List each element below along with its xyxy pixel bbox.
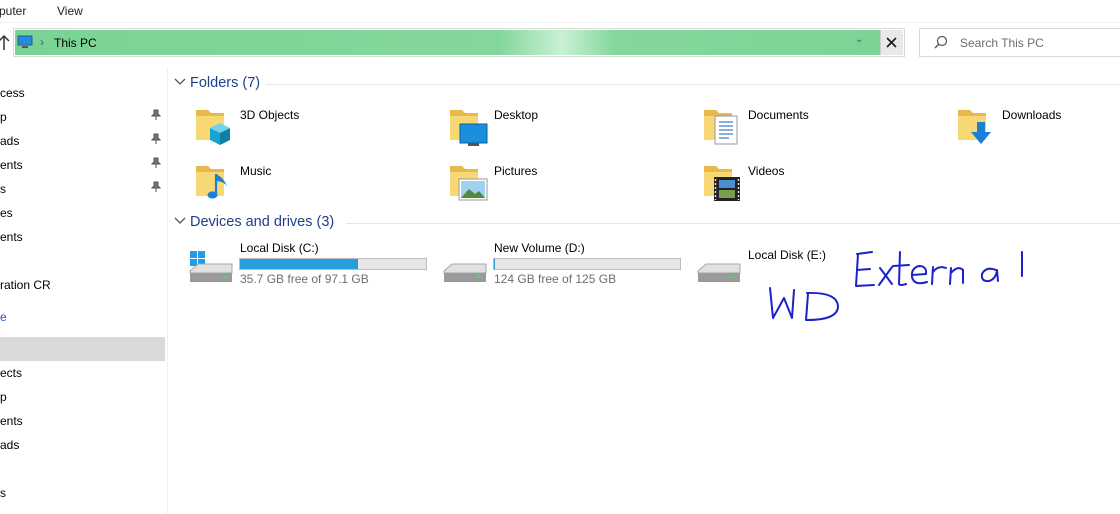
drive-item-d[interactable]: New Volume (D:) 124 GB free of 125 GB: [442, 241, 692, 291]
nav-item[interactable]: s: [0, 178, 165, 198]
nav-item-label: ads: [0, 438, 20, 452]
videos-folder-icon: [704, 166, 740, 201]
nav-item-label: s: [0, 486, 6, 500]
nav-item-label: s: [0, 182, 6, 196]
nav-item[interactable]: p: [0, 386, 165, 406]
pin-icon: [151, 181, 161, 192]
hard-drive-icon: [443, 263, 487, 282]
drives-section-header[interactable]: Devices and drives (3): [174, 214, 1120, 234]
folder-item-3d-objects[interactable]: 3D Objects: [194, 104, 434, 150]
pin-icon: [151, 157, 161, 168]
folder-item-documents[interactable]: Documents: [702, 104, 942, 150]
breadcrumb-chevron[interactable]: ›: [40, 35, 44, 49]
nav-item[interactable]: ents: [0, 226, 165, 246]
ribbon-tabs: puter View: [0, 0, 1120, 23]
tab-view[interactable]: View: [57, 4, 83, 18]
nav-item[interactable]: e: [0, 306, 165, 326]
chevron-down-icon: [174, 78, 186, 85]
address-row: › This PC ⌄ Search This PC: [0, 23, 1120, 63]
section-divider: [346, 223, 1120, 224]
section-divider: [266, 84, 1120, 85]
address-bar[interactable]: › This PC ⌄: [13, 28, 905, 57]
nav-item[interactable]: ads: [0, 130, 165, 150]
drive-usage-bar: [239, 258, 427, 270]
folder-label: 3D Objects: [240, 108, 300, 122]
3d-objects-icon: [196, 110, 230, 145]
nav-item[interactable]: ents: [0, 410, 165, 430]
folder-item-downloads[interactable]: Downloads: [956, 104, 1120, 150]
documents-folder-icon: [704, 110, 738, 145]
nav-item-label: p: [0, 390, 7, 404]
folder-label: Downloads: [1002, 108, 1062, 122]
up-arrow-icon[interactable]: [0, 33, 11, 53]
nav-item-label: ads: [0, 134, 20, 148]
downloads-folder-icon: [958, 110, 991, 144]
desktop-folder-icon: [450, 110, 488, 146]
nav-item-label: ents: [0, 414, 23, 428]
music-folder-icon: [196, 166, 227, 199]
nav-item-label: ects: [0, 366, 23, 380]
search-icon: [934, 35, 948, 49]
nav-item[interactable]: p: [0, 106, 165, 126]
folder-label: Pictures: [494, 164, 538, 178]
folders-section-title: Folders (7): [190, 75, 261, 91]
address-clear-button[interactable]: [880, 30, 903, 55]
drive-name: New Volume (D:): [494, 241, 585, 255]
address-dropdown-icon[interactable]: ⌄: [855, 34, 863, 45]
drive-name: Local Disk (C:): [240, 241, 319, 255]
pin-icon: [151, 133, 161, 144]
handwritten-annotation: [769, 251, 1023, 321]
this-pc-icon: [17, 35, 33, 48]
nav-item[interactable]: ects: [0, 362, 165, 382]
search-input[interactable]: Search This PC: [919, 28, 1120, 57]
nav-item-label: es: [0, 206, 13, 220]
nav-item[interactable]: ration CR: [0, 274, 165, 294]
folder-label: Videos: [748, 164, 785, 178]
nav-item-label: ration CR: [0, 278, 51, 292]
address-highlight: [15, 30, 897, 55]
drive-free-space: 35.7 GB free of 97.1 GB: [240, 272, 369, 286]
search-placeholder: Search This PC: [960, 36, 1044, 50]
folders-section-header[interactable]: Folders (7): [174, 75, 1120, 95]
nav-item[interactable]: ents: [0, 154, 165, 174]
nav-item[interactable]: s: [0, 482, 165, 502]
nav-item[interactable]: ads: [0, 434, 165, 454]
drive-usage-fill: [494, 259, 495, 269]
folder-item-videos[interactable]: Videos: [702, 160, 942, 206]
tab-computer[interactable]: puter: [0, 4, 26, 18]
nav-item-label: ents: [0, 158, 23, 172]
nav-item[interactable]: cess: [0, 82, 165, 102]
windows-drive-icon: [189, 251, 233, 282]
nav-item-label: p: [0, 110, 7, 124]
folder-label: Music: [240, 164, 272, 178]
chevron-down-icon: [174, 217, 186, 224]
folder-item-pictures[interactable]: Pictures: [448, 160, 688, 206]
hard-drive-icon: [697, 263, 741, 282]
folder-item-desktop[interactable]: Desktop: [448, 104, 688, 150]
drive-usage-bar: [493, 258, 681, 270]
pictures-folder-icon: [450, 166, 488, 201]
folder-item-music[interactable]: Music: [194, 160, 434, 206]
folder-label: Desktop: [494, 108, 539, 122]
pin-icon: [151, 109, 161, 120]
nav-item-label: cess: [0, 86, 25, 100]
navigation-pane: cess p ads ents s es ents ration CR e ec…: [0, 68, 168, 514]
breadcrumb-this-pc[interactable]: This PC: [54, 36, 97, 50]
close-icon: [886, 37, 897, 48]
nav-item-this-pc-selected[interactable]: [0, 337, 165, 361]
drive-usage-fill: [240, 259, 358, 269]
nav-item-label: ents: [0, 230, 23, 244]
nav-item-label: e: [0, 310, 7, 324]
nav-item[interactable]: es: [0, 202, 165, 222]
drives-section-title: Devices and drives (3): [190, 214, 335, 230]
drive-item-c[interactable]: Local Disk (C:) 35.7 GB free of 97.1 GB: [188, 241, 438, 291]
drive-free-space: 124 GB free of 125 GB: [494, 272, 617, 286]
folder-label: Documents: [748, 108, 809, 122]
